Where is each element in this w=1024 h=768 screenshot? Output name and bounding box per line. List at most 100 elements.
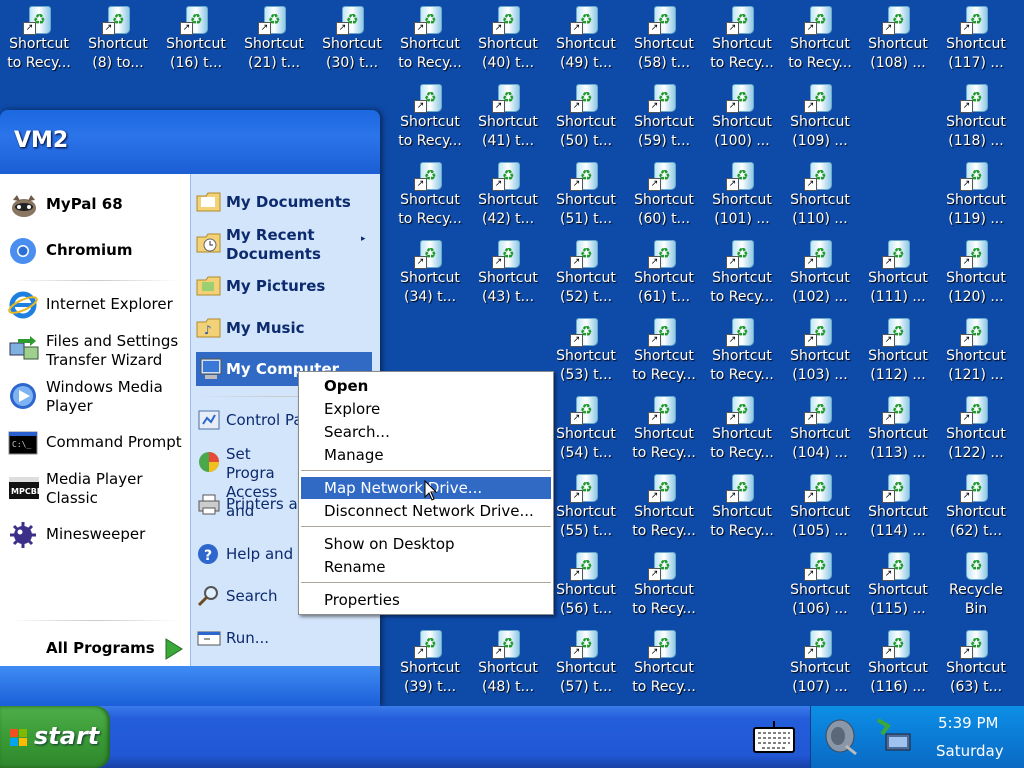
desktop-shortcut[interactable]: ♻ ↗ Shortcut to Recy...: [703, 314, 781, 392]
start-item-media-player-classic[interactable]: MPCBE Media Player Classic: [8, 469, 188, 509]
desktop-shortcut[interactable]: ♻ ↗ Shortcut (56) t...: [547, 548, 625, 626]
desktop-shortcut[interactable]: ♻ ↗ Shortcut (104) ...: [781, 392, 859, 470]
desktop-shortcut[interactable]: ♻ ↗ Shortcut (110) ...: [781, 158, 859, 236]
start-item-internet-explorer[interactable]: Internet Explorer: [8, 290, 188, 320]
start-item-my-recent-documents[interactable]: My Recent Documents ▸: [196, 225, 376, 265]
start-item-minesweeper[interactable]: Minesweeper: [8, 520, 188, 550]
start-item-chromium[interactable]: Chromium: [8, 236, 188, 266]
desktop-shortcut[interactable]: ♻ ↗ Shortcut (62) t...: [937, 470, 1015, 548]
user-name: VM2: [14, 128, 69, 153]
start-item-mypal[interactable]: MyPal 68: [8, 192, 188, 222]
desktop-shortcut[interactable]: ♻ ↗ Shortcut (112) ...: [859, 314, 937, 392]
desktop-shortcut[interactable]: ♻ ↗ Shortcut to Recy...: [625, 626, 703, 704]
menu-item-disconnect-network-drive[interactable]: Disconnect Network Drive...: [301, 500, 551, 522]
desktop-shortcut-label: Shortcut (117) ...: [946, 36, 1006, 71]
desktop-shortcut[interactable]: ♻ ↗ Shortcut (117) ...: [937, 2, 1015, 80]
menu-item-open[interactable]: Open: [301, 375, 551, 397]
desktop-shortcut[interactable]: ♻ ↗ Shortcut (50) t...: [547, 80, 625, 158]
recycle-bin-icon: ♻ ↗: [414, 81, 446, 113]
desktop-shortcut[interactable]: ♻ ↗ Shortcut (8) to...: [79, 2, 157, 80]
desktop-shortcut[interactable]: ♻ Recycle Bin: [937, 548, 1015, 626]
internet-explorer-icon: [8, 290, 40, 322]
desktop-shortcut[interactable]: ♻ ↗ Shortcut (60) t...: [625, 158, 703, 236]
desktop-shortcut-label: Shortcut (8) to...: [88, 36, 148, 71]
desktop-shortcut[interactable]: ♻ ↗ Shortcut (114) ...: [859, 470, 937, 548]
menu-item-show-on-desktop[interactable]: Show on Desktop: [301, 533, 551, 555]
start-button[interactable]: start: [0, 706, 110, 768]
desktop-shortcut[interactable]: ♻ ↗ Shortcut to Recy...: [0, 2, 78, 80]
clock-time[interactable]: 5:39 PM: [938, 714, 998, 732]
start-item-windows-media-player[interactable]: Windows Media Player: [8, 377, 188, 417]
desktop-shortcut[interactable]: ♻ ↗ Shortcut (101) ...: [703, 158, 781, 236]
desktop-shortcut[interactable]: ♻ ↗ Shortcut to Recy...: [625, 470, 703, 548]
desktop-shortcut[interactable]: ♻ ↗ Shortcut (118) ...: [937, 80, 1015, 158]
desktop-shortcut[interactable]: ♻ ↗ Shortcut (34) t...: [391, 236, 469, 314]
desktop-shortcut[interactable]: ♻ ↗ Shortcut to Recy...: [625, 548, 703, 626]
desktop-shortcut[interactable]: ♻ ↗ Shortcut (103) ...: [781, 314, 859, 392]
desktop-shortcut[interactable]: ♻ ↗ Shortcut (40) t...: [469, 2, 547, 80]
desktop-shortcut[interactable]: ♻ ↗ Shortcut (59) t...: [625, 80, 703, 158]
desktop-shortcut[interactable]: ♻ ↗ Shortcut (63) t...: [937, 626, 1015, 704]
desktop-shortcut[interactable]: ♻ ↗ Shortcut (49) t...: [547, 2, 625, 80]
desktop-shortcut[interactable]: ♻ ↗ Shortcut (106) ...: [781, 548, 859, 626]
desktop-shortcut-label: Shortcut (101) ...: [712, 192, 772, 227]
start-item-my-documents[interactable]: My Documents: [196, 190, 376, 216]
keyboard-icon[interactable]: [752, 718, 796, 758]
desktop-shortcut[interactable]: ♻ ↗ Shortcut (42) t...: [469, 158, 547, 236]
desktop-shortcut[interactable]: ♻ ↗ Shortcut (120) ...: [937, 236, 1015, 314]
start-item-command-prompt[interactable]: C:\_ Command Prompt: [8, 430, 188, 458]
menu-item-search[interactable]: Search...: [301, 421, 551, 443]
start-item-my-pictures[interactable]: My Pictures: [196, 274, 376, 300]
start-item-run[interactable]: Run...: [196, 626, 376, 652]
desktop-shortcut[interactable]: ♻ ↗ Shortcut (121) ...: [937, 314, 1015, 392]
desktop-shortcut[interactable]: ♻ ↗ Shortcut to Recy...: [703, 470, 781, 548]
menu-item-properties[interactable]: Properties: [301, 589, 551, 611]
desktop-shortcut[interactable]: ♻ ↗ Shortcut (30) t...: [313, 2, 391, 80]
desktop-shortcut[interactable]: ♻ ↗ Shortcut to Recy...: [391, 80, 469, 158]
desktop-shortcut[interactable]: ♻ ↗ Shortcut to Recy...: [703, 392, 781, 470]
desktop-shortcut[interactable]: ♻ ↗ Shortcut (108) ...: [859, 2, 937, 80]
desktop-shortcut[interactable]: ♻ ↗ Shortcut (54) t...: [547, 392, 625, 470]
desktop-shortcut[interactable]: ♻ ↗ Shortcut (115) ...: [859, 548, 937, 626]
desktop-shortcut[interactable]: ♻ ↗ Shortcut (116) ...: [859, 626, 937, 704]
desktop-shortcut[interactable]: ♻ ↗ Shortcut to Recy...: [703, 236, 781, 314]
desktop-shortcut[interactable]: ♻ ↗ Shortcut (57) t...: [547, 626, 625, 704]
desktop-shortcut-label: Shortcut (62) t...: [946, 504, 1006, 539]
desktop-shortcut[interactable]: ♻ ↗ Shortcut (55) t...: [547, 470, 625, 548]
desktop-shortcut[interactable]: ♻ ↗ Shortcut to Recy...: [625, 314, 703, 392]
desktop-shortcut[interactable]: ♻ ↗ Shortcut (111) ...: [859, 236, 937, 314]
desktop-shortcut[interactable]: ♻ ↗ Shortcut (122) ...: [937, 392, 1015, 470]
desktop-shortcut[interactable]: ♻ ↗ Shortcut (53) t...: [547, 314, 625, 392]
start-item-files-settings-wizard[interactable]: Files and Settings Transfer Wizard: [8, 331, 188, 371]
desktop-shortcut[interactable]: ♻ ↗ Shortcut (102) ...: [781, 236, 859, 314]
desktop-shortcut[interactable]: ♻ ↗ Shortcut (119) ...: [937, 158, 1015, 236]
all-programs-button[interactable]: All Programs: [8, 636, 188, 662]
desktop-shortcut[interactable]: ♻ ↗ Shortcut (41) t...: [469, 80, 547, 158]
desktop-shortcut[interactable]: ♻ ↗ Shortcut (100) ...: [703, 80, 781, 158]
desktop-shortcut[interactable]: ♻ ↗ Shortcut (16) t...: [157, 2, 235, 80]
desktop-shortcut[interactable]: ♻ ↗ Shortcut (58) t...: [625, 2, 703, 80]
start-item-my-music[interactable]: ♪ My Music: [196, 316, 376, 342]
volume-icon[interactable]: [820, 716, 860, 756]
desktop-shortcut[interactable]: ♻ ↗ Shortcut to Recy...: [781, 2, 859, 80]
desktop-shortcut[interactable]: ♻ ↗ Shortcut (52) t...: [547, 236, 625, 314]
desktop-shortcut[interactable]: ♻ ↗ Shortcut (105) ...: [781, 470, 859, 548]
desktop-shortcut[interactable]: ♻ ↗ Shortcut (107) ...: [781, 626, 859, 704]
desktop-shortcut[interactable]: ♻ ↗ Shortcut (21) t...: [235, 2, 313, 80]
desktop-shortcut[interactable]: ♻ ↗ Shortcut to Recy...: [625, 392, 703, 470]
menu-item-explore[interactable]: Explore: [301, 398, 551, 420]
desktop-shortcut[interactable]: ♻ ↗ Shortcut (61) t...: [625, 236, 703, 314]
desktop-shortcut[interactable]: ♻ ↗ Shortcut (113) ...: [859, 392, 937, 470]
desktop-shortcut[interactable]: ♻ ↗ Shortcut (51) t...: [547, 158, 625, 236]
recycle-bin-icon: ♻ ↗: [804, 81, 836, 113]
menu-item-rename[interactable]: Rename: [301, 556, 551, 578]
desktop-shortcut[interactable]: ♻ ↗ Shortcut to Recy...: [703, 2, 781, 80]
desktop-shortcut[interactable]: ♻ ↗ Shortcut (43) t...: [469, 236, 547, 314]
desktop-shortcut[interactable]: ♻ ↗ Shortcut (48) t...: [469, 626, 547, 704]
desktop-shortcut[interactable]: ♻ ↗ Shortcut (109) ...: [781, 80, 859, 158]
desktop-shortcut[interactable]: ♻ ↗ Shortcut to Recy...: [391, 2, 469, 80]
network-icon[interactable]: [872, 714, 914, 756]
desktop-shortcut[interactable]: ♻ ↗ Shortcut (39) t...: [391, 626, 469, 704]
desktop-shortcut[interactable]: ♻ ↗ Shortcut to Recy...: [391, 158, 469, 236]
menu-item-manage[interactable]: Manage: [301, 444, 551, 466]
